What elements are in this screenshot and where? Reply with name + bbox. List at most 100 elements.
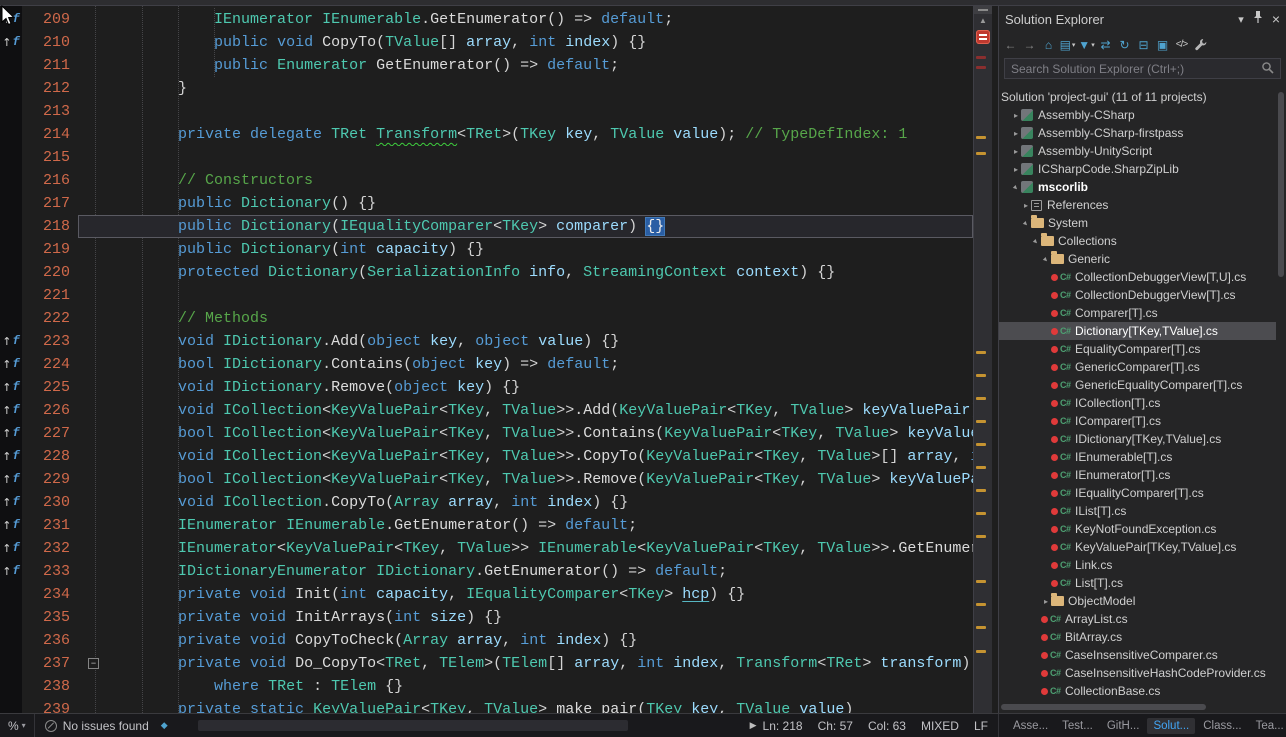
line-number[interactable]: 213	[22, 100, 78, 123]
tree-item-icsharpcode-sharpziplib[interactable]: ▸ICSharpCode.SharpZipLib	[999, 160, 1276, 178]
code-line[interactable]: ↑f229 bool ICollection<KeyValuePair<TKey…	[0, 468, 973, 491]
tree-item-ilist-t-cs[interactable]: C#IList[T].cs	[999, 502, 1276, 520]
code-line[interactable]: 218 public Dictionary(IEqualityComparer<…	[0, 215, 973, 238]
line-number[interactable]: 238	[22, 675, 78, 698]
code-line[interactable]: 217 public Dictionary() {}	[0, 192, 973, 215]
tree-item-keyvaluepair-tkey-tvalue-cs[interactable]: C#KeyValuePair[TKey,TValue].cs	[999, 538, 1276, 556]
tree-item-collectiondebuggerview-t-u-cs[interactable]: C#CollectionDebuggerView[T,U].cs	[999, 268, 1276, 286]
fold-margin[interactable]	[78, 54, 106, 77]
line-number[interactable]: 210	[22, 31, 78, 54]
code-line[interactable]: 239 private static KeyValuePair<TKey, TV…	[0, 698, 973, 713]
collapsed-arrow-icon[interactable]: ▸	[1041, 597, 1051, 606]
code-line[interactable]: 235 private void InitArrays(int size) {}	[0, 606, 973, 629]
code-line[interactable]: ↑f226 void ICollection<KeyValuePair<TKey…	[0, 399, 973, 422]
collapsed-arrow-icon[interactable]: ▸	[1011, 165, 1021, 174]
line-number[interactable]: 229	[22, 468, 78, 491]
line-number[interactable]: 219	[22, 238, 78, 261]
fold-margin[interactable]	[78, 560, 106, 583]
fold-margin[interactable]	[78, 353, 106, 376]
code-line[interactable]: ↑f223 void IDictionary.Add(object key, o…	[0, 330, 973, 353]
code-line[interactable]: ↑f233 IDictionaryEnumerator IDictionary.…	[0, 560, 973, 583]
glyph-margin[interactable]	[0, 675, 22, 698]
glyph-margin[interactable]: ↑f	[0, 330, 22, 353]
glyph-margin[interactable]	[0, 606, 22, 629]
tree-item-solution-project-gui-11-of-11-projects[interactable]: Solution 'project-gui' (11 of 11 project…	[999, 88, 1276, 106]
pin-icon[interactable]	[1253, 11, 1263, 27]
fold-margin[interactable]	[78, 215, 106, 238]
fold-margin[interactable]	[78, 31, 106, 54]
glyph-margin[interactable]	[0, 123, 22, 146]
tree-item-collectionbase-cs[interactable]: C#CollectionBase.cs	[999, 682, 1276, 700]
line-number[interactable]: 223	[22, 330, 78, 353]
glyph-margin[interactable]: ↑f	[0, 376, 22, 399]
code-line[interactable]: ↑f232 IEnumerator<KeyValuePair<TKey, TVa…	[0, 537, 973, 560]
line-number[interactable]: 216	[22, 169, 78, 192]
code-line[interactable]: 214 private delegate TRet Transform<TRet…	[0, 123, 973, 146]
issues-status[interactable]: No issues found	[63, 719, 149, 733]
glyph-margin[interactable]: ↑f	[0, 8, 22, 31]
glyph-margin[interactable]	[0, 261, 22, 284]
fold-margin[interactable]	[78, 284, 106, 307]
se-vscroll-thumb[interactable]	[1278, 92, 1284, 277]
fold-margin[interactable]	[78, 376, 106, 399]
glyph-margin[interactable]: ↑f	[0, 31, 22, 54]
code-line[interactable]: 212 }	[0, 77, 973, 100]
tree-item-references[interactable]: ▸References	[999, 196, 1276, 214]
tool-window-tab[interactable]: Class...	[1197, 718, 1247, 734]
glyph-margin[interactable]	[0, 698, 22, 713]
line-number[interactable]: 227	[22, 422, 78, 445]
sync-with-active-document-icon[interactable]: ⇄	[1097, 35, 1114, 54]
code-line[interactable]: 216 // Constructors	[0, 169, 973, 192]
line-number[interactable]: 225	[22, 376, 78, 399]
tree-item-keynotfoundexception-cs[interactable]: C#KeyNotFoundException.cs	[999, 520, 1276, 538]
tool-window-tab[interactable]: GitH...	[1101, 718, 1146, 734]
refresh-icon[interactable]: ↻	[1116, 35, 1133, 54]
line-number[interactable]: 224	[22, 353, 78, 376]
tool-window-tab[interactable]: Tea...	[1250, 718, 1286, 734]
line-number[interactable]: 237	[22, 652, 78, 675]
code-line[interactable]: ↑f231 IEnumerator IEnumerable.GetEnumera…	[0, 514, 973, 537]
collapse-all-icon[interactable]: ⊟	[1135, 35, 1152, 54]
code-line[interactable]: 238 where TRet : TElem {}	[0, 675, 973, 698]
code-line[interactable]: 220 protected Dictionary(SerializationIn…	[0, 261, 973, 284]
tree-item-comparer-t-cs[interactable]: C#Comparer[T].cs	[999, 304, 1276, 322]
line-number[interactable]: 220	[22, 261, 78, 284]
line-number[interactable]: 236	[22, 629, 78, 652]
line-number[interactable]: 226	[22, 399, 78, 422]
code-line[interactable]: 215	[0, 146, 973, 169]
code-line[interactable]: 222 // Methods	[0, 307, 973, 330]
glyph-margin[interactable]	[0, 284, 22, 307]
fold-margin[interactable]	[78, 8, 106, 31]
line-number[interactable]: 212	[22, 77, 78, 100]
window-position-icon[interactable]: ▾	[1238, 13, 1244, 26]
fold-margin[interactable]	[78, 537, 106, 560]
line-number[interactable]: 232	[22, 537, 78, 560]
tree-item-dictionary-tkey-tvalue-cs[interactable]: C#Dictionary[TKey,TValue].cs	[999, 322, 1276, 340]
tree-item-system[interactable]: ▸System	[999, 214, 1276, 232]
line-number[interactable]: 228	[22, 445, 78, 468]
code-editor[interactable]: ↑f209 IEnumerator IEnumerable.GetEnumera…	[0, 6, 992, 713]
code-line[interactable]: 236 private void CopyToCheck(Array array…	[0, 629, 973, 652]
search-input[interactable]: Search Solution Explorer (Ctrl+;)	[1004, 58, 1281, 79]
tree-item-caseinsensitivehashcodeprovider-cs[interactable]: C#CaseInsensitiveHashCodeProvider.cs	[999, 664, 1276, 682]
glyph-margin[interactable]	[0, 100, 22, 123]
fold-margin[interactable]	[78, 77, 106, 100]
tree-item-list-t-cs[interactable]: C#List[T].cs	[999, 574, 1276, 592]
fold-margin[interactable]	[78, 675, 106, 698]
split-editor-handle[interactable]	[974, 6, 992, 14]
glyph-margin[interactable]	[0, 77, 22, 100]
tree-item-mscorlib[interactable]: ▸mscorlib	[999, 178, 1276, 196]
fold-margin[interactable]	[78, 629, 106, 652]
fold-margin[interactable]	[78, 100, 106, 123]
line-number[interactable]: 231	[22, 514, 78, 537]
line-number[interactable]: 214	[22, 123, 78, 146]
tree-item-genericcomparer-t-cs[interactable]: C#GenericComparer[T].cs	[999, 358, 1276, 376]
tree-item-caseinsensitivecomparer-cs[interactable]: C#CaseInsensitiveComparer.cs	[999, 646, 1276, 664]
glyph-margin[interactable]	[0, 169, 22, 192]
line-number[interactable]: 215	[22, 146, 78, 169]
tree-item-link-cs[interactable]: C#Link.cs	[999, 556, 1276, 574]
fold-margin[interactable]	[78, 169, 106, 192]
code-view-icon[interactable]: </>	[1173, 35, 1190, 54]
glyph-margin[interactable]	[0, 215, 22, 238]
fold-margin[interactable]	[78, 468, 106, 491]
